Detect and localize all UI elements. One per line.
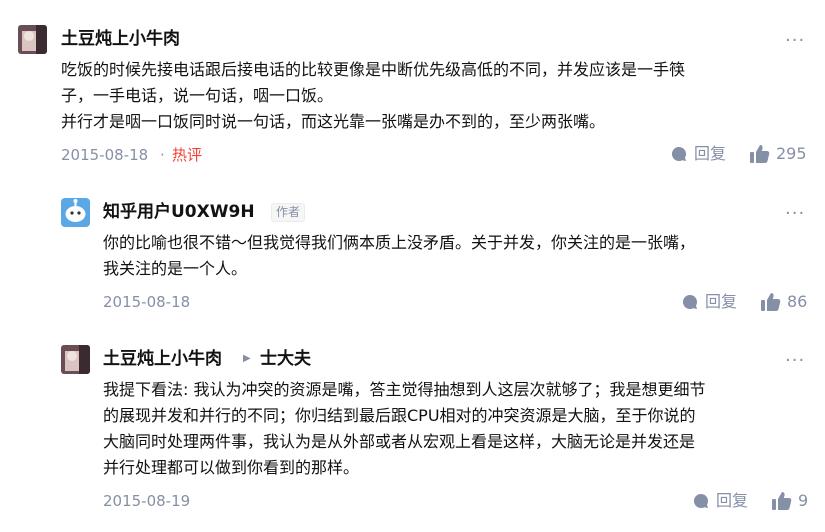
reply-button[interactable]: 回复 xyxy=(670,144,726,164)
hot-comment-badge: 热评 xyxy=(172,146,203,164)
comment-text-line: 我提下看法: 我认为冲突的资源是嘴，答主觉得抽想到人这层次就够了；我是想更细节 xyxy=(103,380,706,399)
like-count: 86 xyxy=(787,292,808,311)
comment-date: 2015-08-19 xyxy=(103,492,191,510)
meta-separator: · xyxy=(160,146,165,164)
comment-text-line: 并行处理都可以做到你看到的那样。 xyxy=(103,458,360,477)
reply-button[interactable]: 回复 xyxy=(681,292,737,312)
comment-author[interactable]: 土豆炖上小牛肉 xyxy=(61,28,180,50)
comment-text-line: 并行才是咽一口饭同时说一句话，而这光靠一张嘴是办不到的，至少两张嘴。 xyxy=(61,112,606,131)
comment-text-line: 你的比喻也很不错～但我觉得我们俩本质上没矛盾。关于并发，你关注的是一张嘴， xyxy=(103,233,696,252)
avatar-tudou[interactable] xyxy=(18,25,47,54)
thumbs-up-icon xyxy=(761,293,781,311)
reply-label: 回复 xyxy=(716,491,749,510)
reply-label: 回复 xyxy=(705,292,738,311)
comment-author[interactable]: 土豆炖上小牛肉 xyxy=(103,348,222,370)
reply-button[interactable]: 回复 xyxy=(692,491,748,511)
comment-text-line: 子，一手电话，说一句话，咽一口饭。 xyxy=(61,86,334,105)
comment-text-line: 我关注的是一个人。 xyxy=(103,259,248,278)
like-button[interactable]: 295 xyxy=(750,144,807,164)
like-count: 9 xyxy=(798,491,809,510)
reply-arrow-icon: ▶ xyxy=(243,353,251,364)
reply-bubble-icon xyxy=(681,293,699,311)
like-button[interactable]: 9 xyxy=(772,491,808,511)
comment-text-line: 的展现并发和并行的不同；你归结到最后跟CPU相对的冲突资源是大脑，至于你说的 xyxy=(103,406,696,425)
reply-label: 回复 xyxy=(694,144,727,163)
reply-bubble-icon xyxy=(670,145,688,163)
like-count: 295 xyxy=(776,144,807,163)
reply-to-user[interactable]: 士大夫 xyxy=(260,348,311,370)
avatar-tudou[interactable] xyxy=(61,345,90,374)
more-dots-icon[interactable]: ··· xyxy=(785,352,805,370)
comment-text-line: 大脑同时处理两件事，我认为是从外部或者从宏观上看是这样，大脑无论是并发还是 xyxy=(103,432,696,451)
reply-bubble-icon xyxy=(692,492,710,510)
comment-text-line: 吃饭的时候先接电话跟后接电话的比较更像是中断优先级高低的不同，并发应该是一手筷 xyxy=(61,60,686,79)
avatar-zhihu-user[interactable] xyxy=(61,198,90,227)
like-button[interactable]: 86 xyxy=(761,292,807,312)
more-dots-icon[interactable]: ··· xyxy=(785,32,805,50)
comment-author[interactable]: 知乎用户U0XW9H xyxy=(103,201,255,223)
more-dots-icon[interactable]: ··· xyxy=(785,205,805,223)
thumbs-up-icon xyxy=(772,492,792,510)
thumbs-up-icon xyxy=(750,145,770,163)
comment-date: 2015-08-18 xyxy=(61,146,149,164)
comment-date: 2015-08-18 xyxy=(103,293,191,311)
author-tag: 作者 xyxy=(271,203,306,222)
